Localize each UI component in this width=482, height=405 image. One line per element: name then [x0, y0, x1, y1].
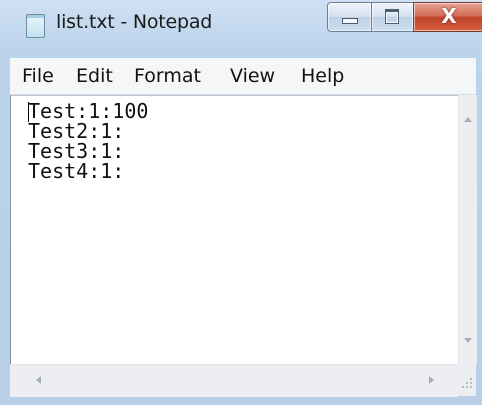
grip-dot [470, 382, 472, 384]
minimize-button[interactable] [327, 2, 372, 32]
menu-edit[interactable]: Edit [76, 65, 113, 87]
maximize-icon [385, 9, 399, 24]
editor-line: Test3:1: [28, 139, 125, 163]
editor-content: Test:1:100 Test2:1: Test3:1: Test4:1: [28, 101, 148, 181]
text-editor[interactable]: Test:1:100 Test2:1: Test3:1: Test4:1: [10, 95, 459, 365]
scroll-right-icon[interactable] [429, 376, 434, 384]
close-button[interactable]: X [413, 2, 482, 32]
grip-dot [462, 386, 464, 388]
vertical-scrollbar[interactable] [458, 95, 477, 364]
editor-line: Test4:1: [28, 159, 125, 183]
title-bar[interactable]: list.txt - Notepad X [0, 0, 482, 46]
grip-dot [466, 382, 468, 384]
scroll-up-icon[interactable] [464, 117, 472, 122]
notepad-window: list.txt - Notepad X File Edit Format Vi… [0, 0, 482, 405]
maximize-button[interactable] [371, 2, 414, 32]
window-title: list.txt - Notepad [56, 11, 213, 33]
menu-file[interactable]: File [22, 65, 54, 87]
notepad-icon[interactable] [26, 14, 45, 38]
editor-line: Test2:1: [28, 119, 125, 143]
horizontal-scrollbar[interactable] [10, 364, 458, 397]
minimize-icon [342, 18, 358, 24]
scroll-left-icon[interactable] [36, 376, 41, 384]
grip-dot [470, 386, 472, 388]
grip-dot [470, 378, 472, 380]
size-grip[interactable] [458, 364, 476, 396]
editor-line: Test:1:100 [28, 99, 149, 123]
menu-view[interactable]: View [230, 65, 275, 87]
menu-bar: File Edit Format View Help [10, 58, 476, 95]
close-icon: X [441, 4, 457, 28]
menu-format[interactable]: Format [134, 65, 201, 87]
scroll-down-icon[interactable] [464, 338, 472, 343]
grip-dot [466, 386, 468, 388]
menu-help[interactable]: Help [301, 65, 344, 87]
